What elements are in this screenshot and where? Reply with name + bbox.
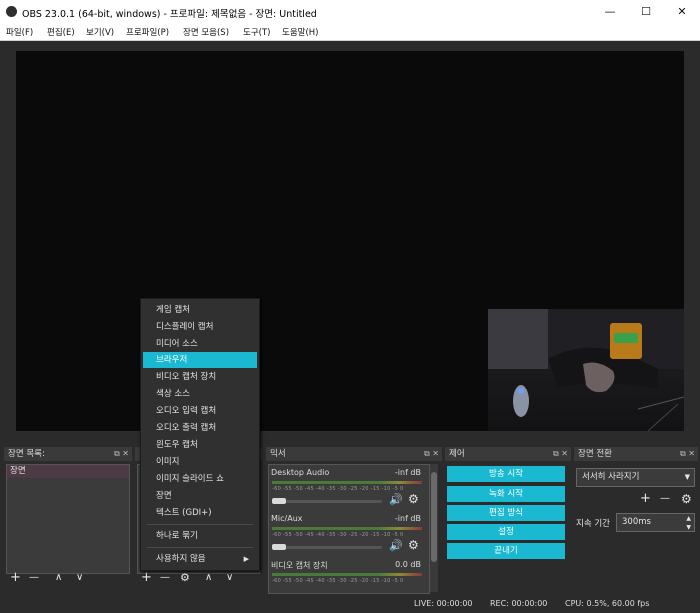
menu-item-group[interactable]: 하나로 묶기 <box>143 528 257 544</box>
mixer-channel-name: Mic/Aux <box>271 514 303 523</box>
scene-list[interactable]: 장면 <box>6 464 130 574</box>
dock-float-close-icons[interactable]: ⧉ ✕ <box>680 447 695 461</box>
speaker-icon[interactable]: 🔊 <box>389 539 403 552</box>
duration-value: 300ms <box>622 517 651 527</box>
menu-item-game-capture[interactable]: 게임 캡처 <box>143 302 257 318</box>
start-recording-button[interactable]: 녹화 시작 <box>447 486 565 502</box>
transition-gear-icon[interactable]: ⚙ <box>681 492 692 506</box>
menu-scene-collection[interactable]: 장면 모음(S) <box>183 26 229 38</box>
audio-meter <box>272 527 422 530</box>
transition-select-value: 서서히 사라지기 <box>582 472 640 482</box>
meter-ticks: -60 -55 -50 -45 -40 -35 -30 -25 -20 -15 … <box>272 486 404 492</box>
mixer-channel-name: 비디오 캡처 장치 <box>271 561 328 570</box>
menu-item-scene[interactable]: 장면 <box>143 488 257 504</box>
status-bar: LIVE: 00:00:00 REC: 00:00:00 CPU: 0.5%, … <box>0 596 700 613</box>
volume-slider[interactable] <box>272 546 382 549</box>
live-timer: LIVE: 00:00:00 <box>414 599 473 608</box>
menu-item-video-capture-device[interactable]: 비디오 캡처 장치 <box>143 369 257 385</box>
duration-spinbox[interactable]: 300ms ▲ ▼ <box>616 513 695 532</box>
add-source-context-menu: 게임 캡처 디스플레이 캡처 미디어 소스 브라우저 비디오 캡처 장치 색상 … <box>140 298 260 571</box>
audio-meter <box>272 573 422 576</box>
menu-item-color-source[interactable]: 색상 소스 <box>143 386 257 402</box>
dock-float-close-icons[interactable]: ⧉ ✕ <box>114 447 129 461</box>
add-source-button[interactable]: + <box>141 571 152 585</box>
dock-float-close-icons[interactable]: ⧉ ✕ <box>553 447 568 461</box>
remove-transition-button[interactable]: — <box>660 492 670 506</box>
menu-item-image[interactable]: 이미지 <box>143 454 257 470</box>
menu-profile[interactable]: 프로파일(P) <box>126 26 169 38</box>
menu-tools[interactable]: 도구(T) <box>243 26 270 38</box>
minimize-button[interactable]: — <box>592 0 628 24</box>
add-transition-button[interactable]: + <box>640 492 651 506</box>
studio-mode-button[interactable]: 편집 방식 <box>447 505 565 521</box>
menu-edit[interactable]: 편집(E) <box>47 26 75 38</box>
menu-bar: 파일(F) 편집(E) 보기(V) 프로파일(P) 장면 모음(S) 도구(T)… <box>0 24 700 41</box>
remove-source-button[interactable]: — <box>160 571 170 585</box>
mixer-channel-name: Desktop Audio <box>271 468 330 477</box>
menu-item-image-slideshow[interactable]: 이미지 슬라이드 쇼 <box>143 471 257 487</box>
mixer-channel-level: -inf dB <box>394 468 421 477</box>
mixer-channel-level: 0.0 dB <box>395 560 421 569</box>
audio-meter <box>272 481 422 484</box>
speaker-icon[interactable]: 🔊 <box>389 493 403 506</box>
exit-button[interactable]: 끝내기 <box>447 543 565 559</box>
gear-icon[interactable]: ⚙ <box>408 538 419 552</box>
chevron-down-icon: ▼ <box>684 473 690 481</box>
transitions-dock: 장면 전환 ⧉ ✕ 서서히 사라지기 ▼ + — ⚙ 지속 기간 300ms ▲… <box>574 447 698 593</box>
menu-file[interactable]: 파일(F) <box>6 26 33 38</box>
mixer-dock: 믹서 ⧉ ✕ Desktop Audio -inf dB -60 -55 -50… <box>266 447 442 594</box>
menu-item-window-capture[interactable]: 윈도우 캡처 <box>143 437 257 453</box>
scenes-dock-title: 장면 목록: <box>4 447 132 461</box>
dock-float-close-icons[interactable]: ⧉ ✕ <box>424 447 439 461</box>
mixer-channel-level: -inf dB <box>394 514 421 523</box>
add-scene-button[interactable]: + <box>10 571 21 585</box>
title-bar: OBS 23.0.1 (64-bit, windows) - 프로파일: 제목없… <box>0 0 700 24</box>
menu-item-browser[interactable]: 브라우저 <box>143 352 257 368</box>
mixer-dock-title: 믹서 <box>266 447 442 461</box>
move-source-down-button[interactable]: ∨ <box>226 571 233 585</box>
webcam-video-source[interactable] <box>488 309 684 431</box>
move-source-up-button[interactable]: ∧ <box>205 571 212 585</box>
move-scene-up-button[interactable]: ∧ <box>55 571 62 585</box>
menu-separator <box>147 547 253 548</box>
window-title: OBS 23.0.1 (64-bit, windows) - 프로파일: 제목없… <box>22 9 317 20</box>
move-scene-down-button[interactable]: ∨ <box>76 571 83 585</box>
volume-slider-handle[interactable] <box>272 544 286 550</box>
menu-item-deprecated-label: 사용하지 않음 <box>156 554 206 564</box>
transition-select[interactable]: 서서히 사라지기 ▼ <box>576 468 695 487</box>
meter-ticks: -60 -55 -50 -45 -40 -35 -30 -25 -20 -15 … <box>272 578 404 584</box>
close-button[interactable]: ✕ <box>664 0 700 24</box>
volume-slider-handle[interactable] <box>272 498 286 504</box>
gear-icon[interactable]: ⚙ <box>408 492 419 506</box>
mixer-channels: Desktop Audio -inf dB -60 -55 -50 -45 -4… <box>268 464 430 594</box>
remove-scene-button[interactable]: — <box>29 571 39 585</box>
obs-logo-icon <box>6 6 17 17</box>
webcam-scene-image <box>488 309 684 431</box>
meter-ticks: -60 -55 -50 -45 -40 -35 -30 -25 -20 -15 … <box>272 532 404 538</box>
menu-item-audio-output-capture[interactable]: 오디오 출력 캡처 <box>143 420 257 436</box>
menu-view[interactable]: 보기(V) <box>86 26 114 38</box>
scenes-dock: 장면 목록: ⧉ ✕ 장면 + — ∧ ∨ <box>4 447 132 593</box>
menu-item-audio-input-capture[interactable]: 오디오 입력 캡처 <box>143 403 257 419</box>
menu-item-deprecated[interactable]: 사용하지 않음 ▶ <box>143 551 257 567</box>
maximize-button[interactable]: ☐ <box>628 0 664 24</box>
menu-help[interactable]: 도움말(H) <box>282 26 318 38</box>
spin-down-icon[interactable]: ▼ <box>686 519 691 536</box>
cpu-fps-readout: CPU: 0.5%, 60.00 fps <box>565 599 650 608</box>
start-streaming-button[interactable]: 방송 시작 <box>447 466 565 482</box>
settings-button[interactable]: 설정 <box>447 524 565 540</box>
submenu-arrow-icon: ▶ <box>243 555 249 563</box>
duration-label: 지속 기간 <box>576 519 610 529</box>
scene-item[interactable]: 장면 <box>7 465 129 478</box>
mixer-scrollbar[interactable] <box>430 464 438 592</box>
menu-item-media-source[interactable]: 미디어 소스 <box>143 336 257 352</box>
menu-item-display-capture[interactable]: 디스플레이 캡처 <box>143 319 257 335</box>
volume-slider[interactable] <box>272 500 382 503</box>
menu-separator <box>147 524 253 525</box>
menu-item-text-gdi[interactable]: 텍스트 (GDI+) <box>143 505 257 521</box>
rec-timer: REC: 00:00:00 <box>490 599 548 608</box>
source-properties-gear-icon[interactable]: ⚙ <box>180 571 190 585</box>
